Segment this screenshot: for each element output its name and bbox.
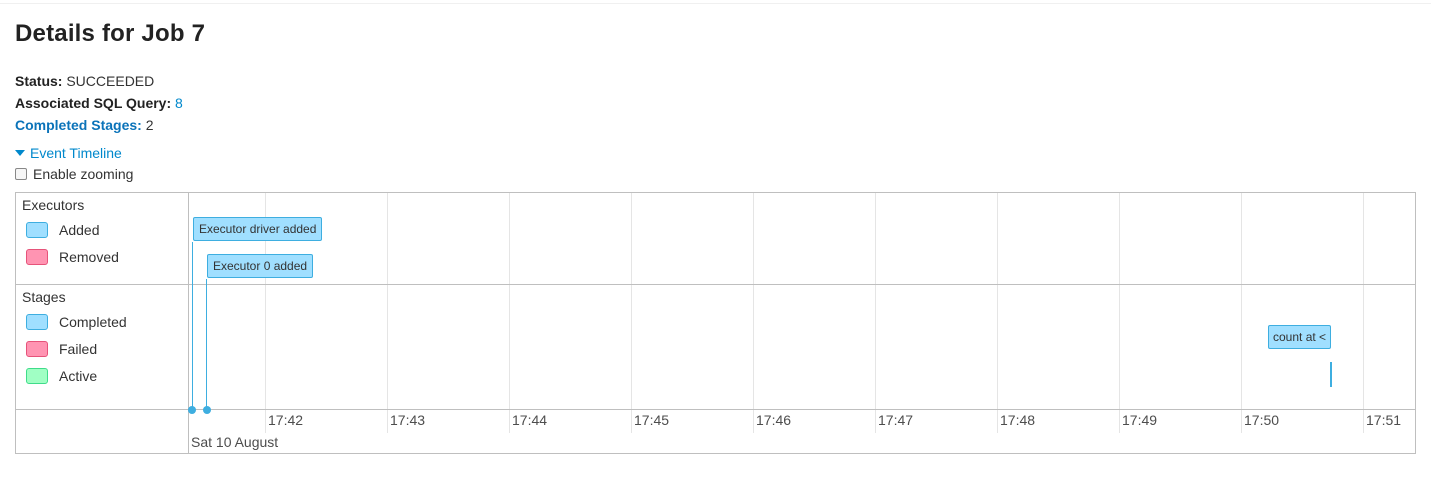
- event-timeline-toggle[interactable]: Event Timeline: [15, 145, 122, 161]
- grid-line: [1363, 193, 1364, 433]
- legend-completed: Completed: [26, 314, 127, 332]
- completed-stages-link[interactable]: Completed Stages:: [15, 117, 142, 133]
- legend-added: Added: [26, 222, 99, 240]
- legend-failed: Failed: [26, 341, 97, 359]
- axis-tick-label: 17:48: [1000, 412, 1036, 428]
- job-summary: Status: SUCCEEDED Associated SQL Query: …: [15, 70, 183, 136]
- event-timeline-label: Event Timeline: [30, 145, 122, 161]
- axis-tick-label: 17:46: [756, 412, 792, 428]
- legend-swatch: [26, 368, 48, 385]
- legend-label: Active: [59, 368, 98, 384]
- grid-line: [997, 193, 998, 433]
- axis-tick-label: 17:47: [878, 412, 914, 428]
- status-row: Status: SUCCEEDED: [15, 70, 183, 92]
- executor-event-box[interactable]: Executor 0 added: [207, 254, 314, 278]
- event-marker-dot: [203, 406, 211, 414]
- axis-tick-label: 17:42: [268, 412, 304, 428]
- axis-tick-label: 17:43: [390, 412, 426, 428]
- legend-label: Completed: [59, 314, 127, 330]
- legend-swatch: [26, 249, 48, 266]
- legend-swatch: [26, 314, 48, 331]
- caret-down-icon: [15, 150, 25, 157]
- status-label: Status:: [15, 73, 63, 89]
- axis-tick-label: 17:50: [1244, 412, 1280, 428]
- sql-query-link[interactable]: 8: [175, 95, 183, 111]
- grid-line: [753, 193, 754, 433]
- page-title: Details for Job 7: [15, 20, 206, 47]
- group-divider: [16, 284, 1415, 285]
- stages-group-title: Stages: [22, 289, 66, 305]
- axis-tick-label: 17:49: [1122, 412, 1158, 428]
- grid-line: [631, 193, 632, 433]
- grid-line: [1119, 193, 1120, 433]
- completed-stages-row: Completed Stages: 2: [15, 114, 183, 136]
- status-value: SUCCEEDED: [66, 73, 155, 89]
- legend-label: Added: [59, 222, 100, 238]
- axis-date-label: Sat 10 August: [191, 434, 279, 450]
- completed-stages-value: 2: [145, 117, 154, 133]
- grid-line: [387, 193, 388, 433]
- sql-query-row: Associated SQL Query: 8: [15, 92, 183, 114]
- event-marker-dot: [188, 406, 196, 414]
- grid-line: [875, 193, 876, 433]
- event-timeline[interactable]: Executors Added Removed Stages Completed…: [15, 192, 1416, 454]
- grid-line: [509, 193, 510, 433]
- legend-label: Failed: [59, 341, 98, 357]
- event-marker-line: [206, 279, 207, 409]
- legend-removed: Removed: [26, 249, 119, 267]
- axis-tick-label: 17:44: [512, 412, 548, 428]
- enable-zooming-checkbox[interactable]: [15, 168, 27, 181]
- legend-swatch: [26, 222, 48, 239]
- axis-divider: [16, 409, 1415, 410]
- axis-tick-label: 17:45: [634, 412, 670, 428]
- enable-zooming-row: Enable zooming: [15, 166, 133, 182]
- grid-line: [1241, 193, 1242, 433]
- sql-query-label: Associated SQL Query:: [15, 95, 172, 111]
- stage-marker-line: [1330, 362, 1332, 387]
- executors-group-title: Executors: [22, 197, 85, 213]
- top-border: [0, 0, 1431, 4]
- stage-event-box[interactable]: count at <: [1268, 325, 1331, 349]
- legend-active: Active: [26, 368, 97, 386]
- axis-tick-label: 17:51: [1366, 412, 1402, 428]
- legend-swatch: [26, 341, 48, 358]
- executor-event-box[interactable]: Executor driver added: [193, 217, 323, 241]
- enable-zooming-label: Enable zooming: [33, 166, 134, 182]
- legend-label: Removed: [59, 249, 119, 265]
- event-marker-line: [192, 242, 193, 409]
